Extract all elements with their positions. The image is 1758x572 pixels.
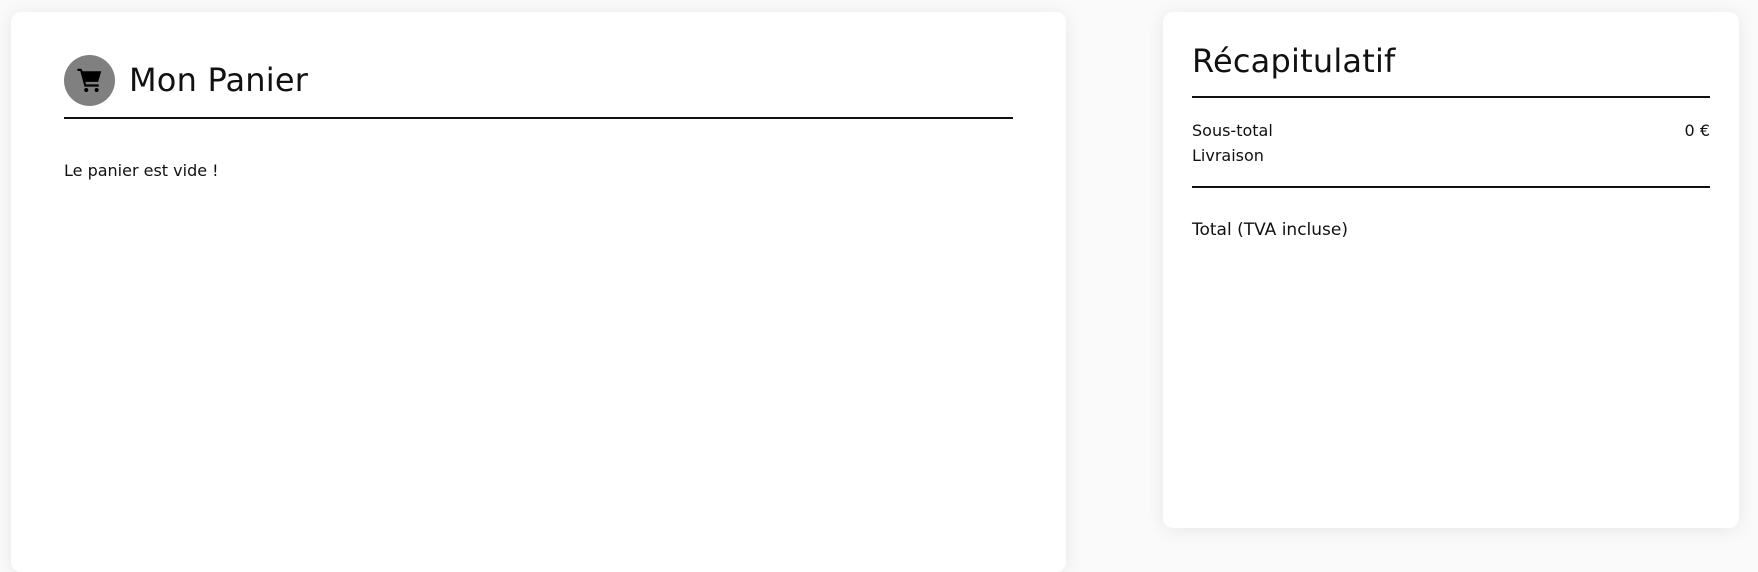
total-label: Total (TVA incluse) [1192,220,1348,240]
summary-lines: Sous-total 0 € Livraison [1192,98,1710,188]
shopping-cart-icon [64,54,115,106]
subtotal-label: Sous-total [1192,121,1273,140]
cart-title: Mon Panier [129,61,309,99]
cart-header: Mon Panier [64,52,1013,119]
shipping-row: Livraison [1192,143,1710,168]
subtotal-row: Sous-total 0 € [1192,118,1710,143]
summary-title: Récapitulatif [1192,38,1710,98]
shipping-label: Livraison [1192,146,1264,165]
summary-panel: Récapitulatif Sous-total 0 € Livraison T… [1163,12,1739,528]
cart-panel: Mon Panier Le panier est vide ! [11,12,1066,572]
subtotal-value: 0 € [1684,121,1710,140]
total-row: Total (TVA incluse) [1192,218,1710,243]
empty-cart-message: Le panier est vide ! [64,161,219,180]
